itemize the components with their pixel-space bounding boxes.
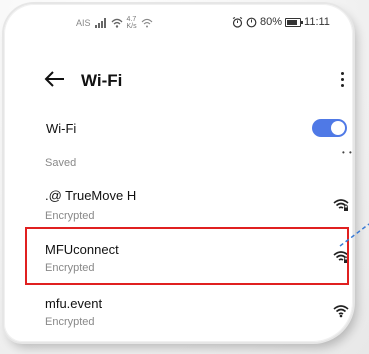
battery-percent: 80% xyxy=(260,16,283,28)
wifi-toggle-switch[interactable] xyxy=(312,119,347,137)
network-status: Encrypted xyxy=(45,316,95,328)
wifi-toggle-label: Wi-Fi xyxy=(46,121,77,136)
status-bar-left: AIS 4.7 K/s xyxy=(76,16,153,30)
timer-icon xyxy=(246,17,257,27)
net-speed-value: 4.7 xyxy=(126,16,137,23)
network-status: Encrypted xyxy=(45,210,95,222)
saved-section-label: Saved xyxy=(45,157,77,169)
page-title: Wi-Fi xyxy=(81,71,123,90)
wifi-lock-icon xyxy=(333,199,349,211)
wifi-status-icon xyxy=(111,18,122,28)
carrier-label: AIS xyxy=(76,18,91,28)
status-bar-right: 80% 11:11 xyxy=(232,16,330,28)
hotspot-icon xyxy=(141,18,153,28)
net-speed-unit: K/s xyxy=(126,23,137,30)
network-status: Encrypted xyxy=(45,262,95,274)
network-name: .@ TrueMove H xyxy=(45,188,137,203)
more-vertical-icon[interactable] xyxy=(338,72,346,92)
ellipsis-icon: • • xyxy=(342,148,353,157)
arrow-left-icon[interactable] xyxy=(42,68,68,90)
network-name: MFUconnect xyxy=(45,242,119,257)
toggle-knob xyxy=(331,121,345,135)
status-bar: AIS 4.7 K/s 80% 11:11 xyxy=(4,4,353,34)
phone-screen: AIS 4.7 K/s 80% 11:11 Wi-Fi Wi-Fi Saved … xyxy=(4,4,353,342)
status-time: 11:11 xyxy=(304,16,330,28)
battery-icon xyxy=(285,17,304,27)
wifi-icon xyxy=(333,305,349,318)
network-name: mfu.event xyxy=(45,296,103,311)
alarm-icon xyxy=(232,16,243,28)
net-speed: 4.7 K/s xyxy=(127,16,137,30)
signal-icon xyxy=(94,18,106,28)
wifi-lock-icon xyxy=(333,251,349,263)
